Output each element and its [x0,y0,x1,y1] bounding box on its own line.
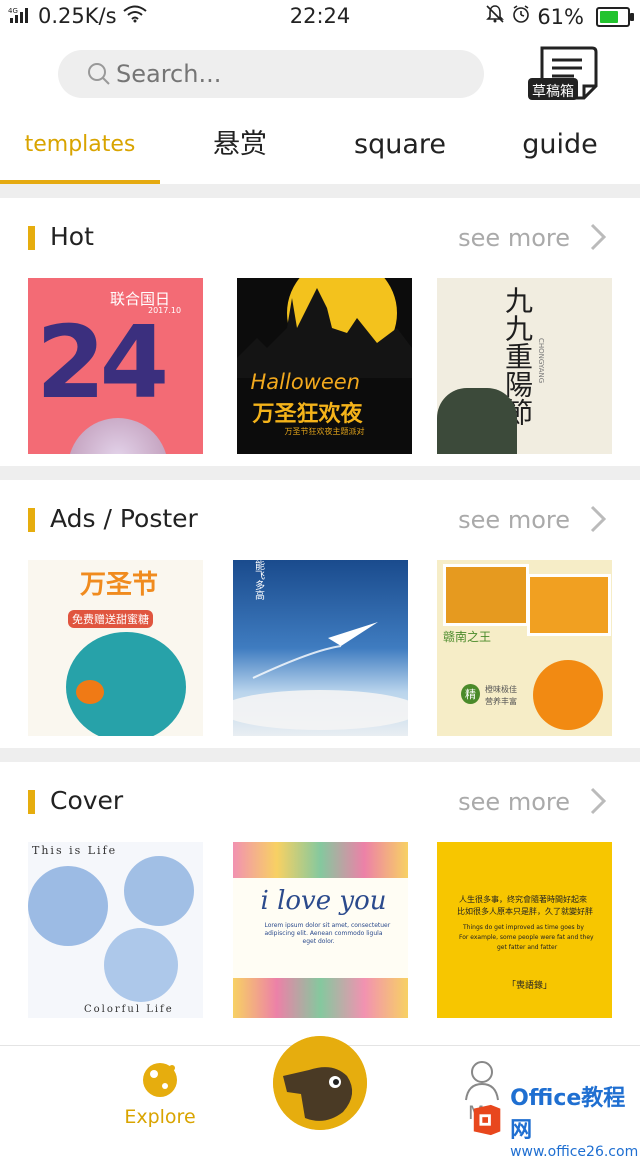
divider [0,466,640,480]
section-header: Ads / Poster see more [0,480,640,560]
see-more-link[interactable]: see more [458,506,570,534]
chevron-right-icon[interactable] [590,787,606,815]
card-text: 万圣狂欢夜 [252,402,363,427]
card-text: 24 [36,304,169,421]
leaf-image [28,866,108,946]
section-cover: Cover see more This is Life Colorful Lif… [0,762,640,1040]
template-card[interactable]: i love you Lorem ipsum dolor sit amet, c… [232,842,408,1018]
card-text: i love you [260,886,387,916]
card-text: 人生很多事，终究會隨著時間好起來 [459,895,587,904]
flower-border-image [232,842,408,878]
card-text: Colorful Life [84,1004,174,1015]
tab-templates[interactable]: templates [0,114,160,184]
orange-photo [443,564,529,626]
flower-border-image [232,978,408,1018]
see-more-link[interactable]: see more [458,788,570,816]
section-hot: Hot see more 联合国日 2017.10 24 Halloween 万… [0,198,640,466]
card-text: 比如很多人原本只是胖，久了就變好胖 [457,907,593,916]
template-card[interactable]: 九九重陽節 CHONGYANG [437,278,612,454]
section-ads-poster: Ads / Poster see more 万圣节 免费赠送甜蜜糖 能飞多高 赣… [0,480,640,748]
tab-square[interactable]: square [320,114,480,184]
planet-icon [143,1063,177,1097]
card-text: This is Life [32,844,118,857]
card-text: 万圣节狂欢夜主题派对 [284,427,365,436]
card-text: 免费赠送甜蜜糖 [68,610,153,628]
card-text: Halloween [250,370,361,394]
card-text: 营养丰富 [485,697,517,706]
section-accent-bar [28,508,35,532]
tree-image [437,388,517,454]
search-input[interactable] [112,59,438,89]
battery-percent: 61% [537,4,584,29]
chevron-right-icon[interactable] [590,223,606,251]
card-text: For example, some people were fat and th… [459,934,594,941]
section-accent-bar [28,790,35,814]
search-icon [88,63,110,85]
card-text: 赣南之王 [443,630,492,644]
card-text: eget dolor. [302,938,335,945]
create-button[interactable] [273,1036,367,1130]
search-bar[interactable] [58,50,484,98]
card-text: adipiscing elit. Aenean commodo ligula [264,930,383,937]
battery-icon [596,6,634,27]
section-title: Cover [50,786,124,815]
nav-explore-label: Explore [124,1106,196,1128]
template-card[interactable]: This is Life Colorful Life [28,842,203,1018]
template-card[interactable]: 人生很多事，终究會隨著時間好起來 比如很多人原本只是胖，久了就變好胖 Thing… [437,842,612,1018]
card-text: get fatter and fatter [497,944,558,951]
section-title: Ads / Poster [50,504,198,533]
divider [0,748,640,762]
drafts-label: 草稿箱 [532,84,574,100]
section-header: Cover see more [0,762,640,842]
tab-guide[interactable]: guide [480,114,640,184]
tab-bar: templates 悬赏 square guide [0,114,640,184]
nav-explore[interactable]: Explore [118,1058,202,1128]
card-text: Lorem ipsum dolor sit amet, consectetuer [264,922,391,929]
card-text: CHONGYANG [537,338,545,384]
see-more-link[interactable]: see more [458,224,570,252]
template-card[interactable]: 万圣节 免费赠送甜蜜糖 [28,560,203,736]
office-logo-icon [473,1104,501,1136]
card-text: Things do get improved as time goes by [463,924,584,931]
leaf-image [104,928,178,1002]
section-title: Hot [50,222,94,251]
pumpkin-image [76,680,104,704]
card-text: 「喪語錄」 [507,981,553,991]
drafts-button[interactable]: 草稿箱 [526,46,600,104]
bird-mascot-icon [273,1036,367,1130]
section-accent-bar [28,226,35,250]
template-card[interactable]: Halloween 万圣狂欢夜 万圣节狂欢夜主题派对 [236,278,412,454]
alarm-icon [511,4,531,29]
template-card[interactable]: 赣南之王 精 橙味极佳 营养丰富 [437,560,612,736]
watermark-name: Office教程网 [510,1086,626,1143]
watermark: Office教程网 www.office26.com [470,1080,640,1160]
orange-fruit-image [533,660,603,730]
chevron-right-icon[interactable] [590,505,606,533]
globe-image [68,418,168,454]
section-header: Hot see more [0,198,640,278]
watermark-url: www.office26.com [510,1144,639,1160]
castle-image [236,288,412,378]
leaf-image [124,856,194,926]
status-bar: 4G 0.25K/s 22:24 61% [0,0,640,34]
card-text: 橙味极佳 [485,685,517,694]
battery-fill [600,10,619,23]
mute-icon [485,4,505,29]
card-text: 万圣节 [80,570,159,600]
divider [0,184,640,198]
tab-bounty[interactable]: 悬赏 [160,114,320,184]
template-card[interactable]: 联合国日 2017.10 24 [28,278,203,454]
orange-photo [527,574,611,636]
card-text: 精 [461,684,480,704]
paper-plane-image [232,622,408,730]
template-card[interactable]: 能飞多高 [232,560,408,736]
